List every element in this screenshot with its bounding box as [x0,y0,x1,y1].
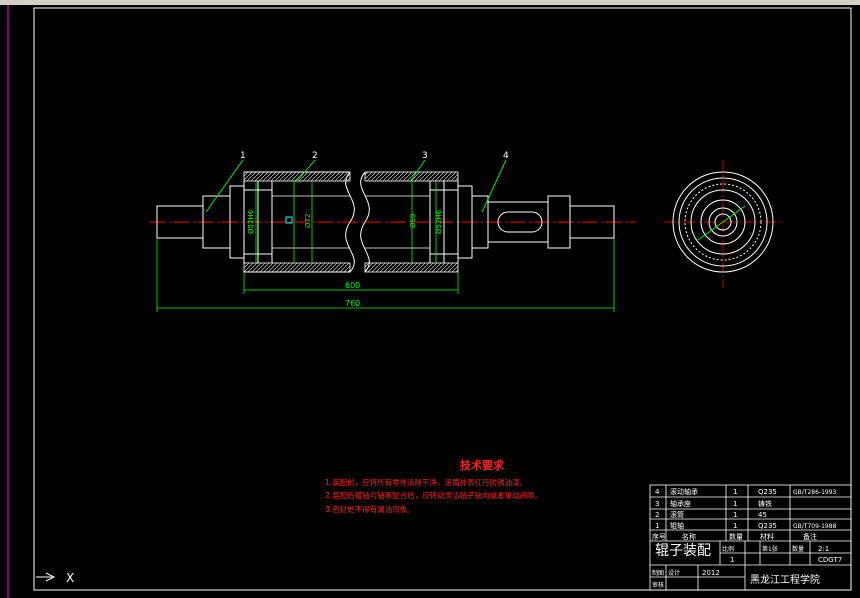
title-block-text: 4 滚动轴承 1 Q235 GB/T286-1993 3 轴承座 1 铸铁 2 滚筒 1 45 1 辊轴 1 Q… [652,487,842,589]
design-label: 设计 [668,569,680,577]
header-no: 序号 [652,532,666,541]
bom-standard: GB/T286-1993 [793,489,837,496]
school-name: 黑龙江工程学院 [750,573,820,586]
bom-qty: 1 [733,488,737,496]
ucs-x-label: X [66,571,74,585]
bom-material: 45 [758,511,767,519]
requirement-1: 1.装配前，应将所有零件清除干净，滚筒外表红丹防锈油漆。 [325,477,527,487]
requirements-title: 技术要求 [460,458,505,472]
bom-no: 4 [655,488,660,496]
bom-name: 轴承座 [670,499,691,508]
requirement-3: 3.密封处不得有漏油现象。 [325,504,415,514]
header-note: 备注 [803,532,817,541]
bom-material: 铸铁 [758,499,772,508]
bom-qty: 1 [733,511,737,519]
count-value: 1 [730,556,734,564]
sheet-label: 第1张 [762,545,778,553]
part-label-4: 4 [503,151,509,161]
drawing-frame [33,7,852,591]
drawn-label: 制图 [652,569,664,577]
dim-right-hub: Ø52H6 [435,209,443,234]
dim-tube-length: 600 [345,281,360,290]
bom-material: Q235 [758,522,777,530]
dim-overall-length: 760 [345,299,360,308]
count-label: 数量 [792,545,804,553]
bom-no: 1 [655,522,659,530]
bom-name: 辊轴 [670,521,684,530]
toolbar-strip [0,0,860,5]
bom-standard: GB/T709-1988 [793,523,837,530]
bom-no: 2 [655,511,659,519]
scale-label: 比例 [722,545,734,553]
cad-drawing: Ø52H6 Ø72 Ø60 Ø52H6 1 2 3 4 600 760 技术要求… [0,0,860,598]
check-label: 审核 [652,581,664,589]
part-label-1: 1 [240,151,246,161]
header-name: 名称 [682,532,696,541]
bom-name: 滚动轴承 [670,487,698,496]
header-material: 材料 [760,532,774,541]
roller-side-view: Ø52H6 Ø72 Ø60 Ø52H6 1 2 3 4 600 760 [150,151,635,312]
dim-tube-diameter: Ø72 [304,214,312,228]
header-qty: 数量 [729,532,743,541]
roller-end-view [664,160,782,288]
dim-left-hub: Ø52H6 [247,209,255,234]
part-label-2: 2 [312,151,318,161]
technical-requirements: 技术要求 1.装配前，应将所有零件清除干净，滚筒外表红丹防锈油漆。 2.装配后辊… [325,458,542,514]
bom-no: 3 [655,500,659,508]
ucs-icon: X [36,571,74,585]
tube-wall-bottom-left [243,262,351,273]
bom-qty: 1 [733,522,737,530]
drawing-number: CDGT7 [818,556,842,564]
requirement-2: 2.装配后辊轴与轴承配合后，应转动灵活轴子轴向或者窜动间隙。 [325,490,542,500]
bom-name: 滚筒 [670,510,684,519]
student-id: 2012 [702,569,720,577]
part-label-3: 3 [422,151,428,161]
drawing-name: 辊子装配 [655,543,711,559]
scale-value: 2:1 [818,545,829,553]
tube-wall-top-left [243,171,351,182]
bom-material: Q235 [758,488,777,496]
tube-wall-bottom-right [364,262,459,273]
dim-bore-diameter: Ø60 [409,214,417,228]
bom-qty: 1 [733,500,737,508]
